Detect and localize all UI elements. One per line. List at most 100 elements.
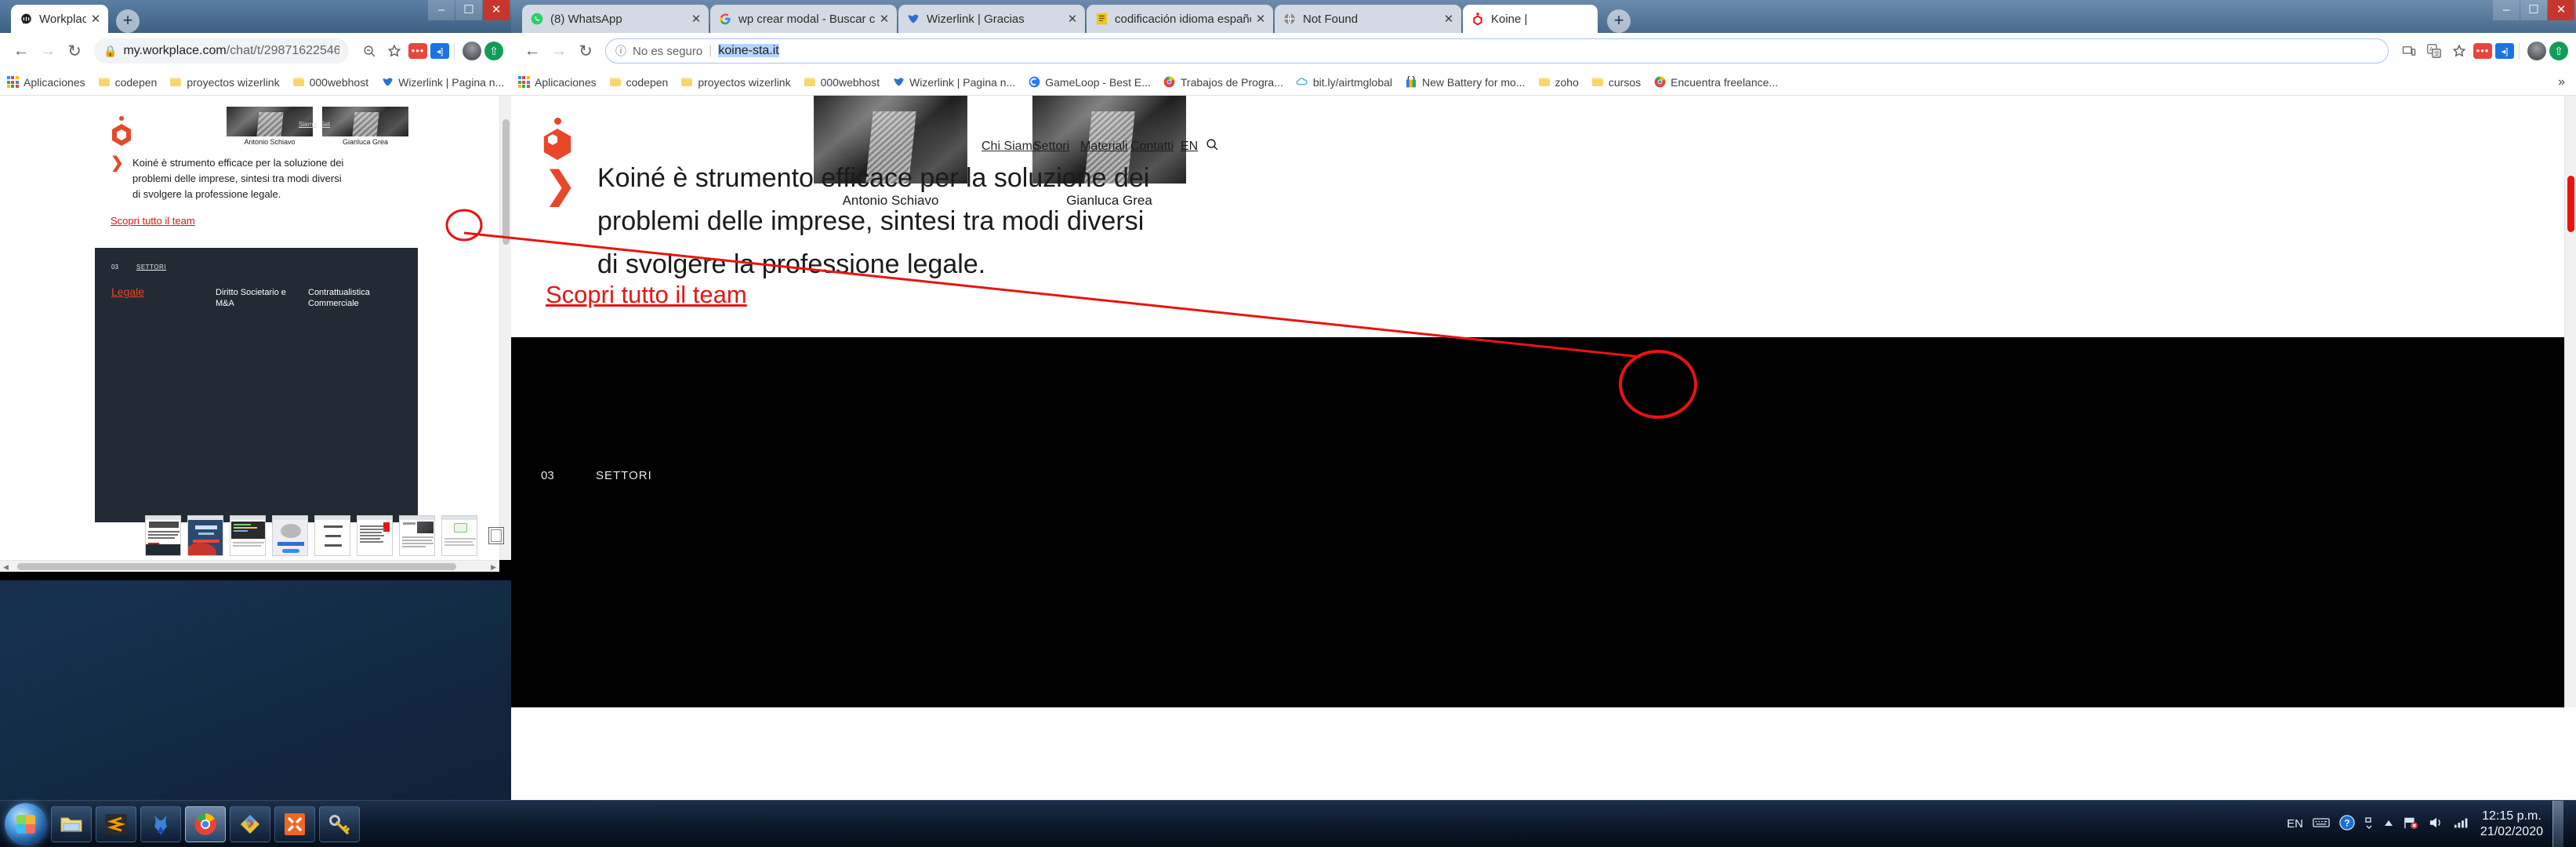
show-desktop-button[interactable] xyxy=(2552,800,2563,847)
page-scrollbar-horizontal-left[interactable]: ◀ ▶ xyxy=(0,560,499,572)
koine-logo[interactable] xyxy=(108,116,135,147)
tab-close-button[interactable]: ✕ xyxy=(1442,12,1455,26)
address-bar-right[interactable]: ⓘ No es seguro | koine-sta.it xyxy=(605,38,2389,64)
maximize-button[interactable]: ☐ xyxy=(2520,0,2547,20)
bookmarks-overflow-button[interactable]: » xyxy=(2558,75,2570,89)
info-circle-icon[interactable]: ⓘ xyxy=(615,43,626,59)
bookmark-wizerlink[interactable]: Wizerlink | Pagina n... xyxy=(892,76,1015,89)
upload-icon[interactable]: ⇧ xyxy=(2549,42,2568,60)
bookmark-encuentra-freelance[interactable]: Encuentra freelance... xyxy=(1653,76,1778,89)
search-icon[interactable] xyxy=(1206,138,1219,155)
thumb-criptos[interactable] xyxy=(272,515,308,556)
bookmark-zoho[interactable]: zoho xyxy=(1538,76,1579,89)
scroll-right-arrow[interactable]: ▶ xyxy=(491,563,496,572)
forward-button[interactable]: → xyxy=(546,38,572,64)
chrome-window-left[interactable]: Workplace Chat ✕ + – ☐ ✕ ← → ↻ 🔒 my.work… xyxy=(0,0,511,580)
tab-koine[interactable]: Koine | xyxy=(1463,5,1598,33)
thumb-chi-siamo[interactable] xyxy=(314,515,350,556)
bookmark-codepen[interactable]: codepen xyxy=(98,76,157,89)
nav-link-contatti[interactable]: Contatti xyxy=(1130,140,1174,154)
bookmark-proyectos-wizerlink[interactable]: proyectos wizerlink xyxy=(680,76,791,89)
bookmark-gameloop[interactable]: GameLoop - Best E... xyxy=(1028,76,1151,89)
start-button[interactable] xyxy=(5,802,47,845)
back-button[interactable]: ← xyxy=(519,38,546,64)
taskbar-google-chrome[interactable] xyxy=(185,805,226,842)
bookmark-aplicaciones[interactable]: Aplicaciones xyxy=(517,76,597,89)
reload-button[interactable]: ↻ xyxy=(61,38,88,64)
nav-link-settori-partial[interactable]: Set xyxy=(321,121,330,128)
screen-capture-icon[interactable] xyxy=(488,527,504,544)
new-tab-button[interactable]: + xyxy=(116,9,140,33)
tab-wp-crear-modal[interactable]: wp crear modal - Buscar con G ✕ xyxy=(710,5,897,33)
taskbar-paint-net[interactable] xyxy=(230,805,270,842)
tab-close-button[interactable]: ✕ xyxy=(690,12,702,26)
new-tab-button[interactable]: + xyxy=(1607,9,1631,33)
chrome-window-right[interactable]: (8) WhatsApp ✕ wp crear modal - Buscar c… xyxy=(511,0,2576,800)
profile-avatar[interactable] xyxy=(463,42,481,60)
minimize-button[interactable]: – xyxy=(2493,0,2520,20)
bookmark-000webhost[interactable]: 000webhost xyxy=(292,76,368,89)
bookmark-cursos[interactable]: cursos xyxy=(1591,76,1641,89)
tag-extension-icon[interactable]: ◂] xyxy=(430,43,449,59)
volume-icon[interactable] xyxy=(2429,816,2444,833)
forward-button[interactable]: → xyxy=(34,38,61,64)
tab-codificacion-idioma[interactable]: codificación idioma español-i ✕ xyxy=(1087,5,1273,33)
koine-logo[interactable] xyxy=(539,118,576,162)
scroll-left-arrow[interactable]: ◀ xyxy=(3,563,9,572)
thumb-koine-team[interactable] xyxy=(145,515,181,556)
zoom-out-icon[interactable] xyxy=(358,40,380,62)
nav-link-siamo-partial[interactable]: Siamo xyxy=(299,121,317,128)
tray-expand-icon[interactable] xyxy=(2364,816,2374,832)
profile-avatar[interactable] xyxy=(2527,42,2546,60)
bookmark-airtmglobal[interactable]: bit.ly/airtmglobal xyxy=(1296,76,1392,89)
cast-icon[interactable] xyxy=(2398,40,2420,62)
bookmark-trabajos-programacion[interactable]: Trabajos de Progra... xyxy=(1163,76,1283,89)
tab-workplace-chat[interactable]: Workplace Chat ✕ xyxy=(11,5,108,33)
taskbar-windows-explorer[interactable] xyxy=(51,805,92,842)
help-icon[interactable]: ? xyxy=(2339,814,2355,834)
taskbar-filezilla[interactable] xyxy=(140,805,181,842)
scrollbar-thumb[interactable] xyxy=(503,119,510,245)
lastpass-extension-icon[interactable]: ••• xyxy=(2473,43,2492,59)
tab-close-button[interactable]: ✕ xyxy=(1254,12,1267,26)
tag-extension-icon[interactable]: ◂] xyxy=(2495,43,2514,59)
bookmark-new-battery[interactable]: New Battery for mo... xyxy=(1405,76,1526,89)
bookmark-000webhost[interactable]: 000webhost xyxy=(804,76,880,89)
capture-filmstrip[interactable] xyxy=(139,511,510,560)
scrollbar-thumb[interactable] xyxy=(2567,176,2574,232)
upload-icon[interactable]: ⇧ xyxy=(484,42,503,60)
thumb-article[interactable] xyxy=(399,515,435,556)
cta-discover-team-right[interactable]: Scopri tutto il team xyxy=(546,281,747,309)
network-icon[interactable] xyxy=(2404,816,2419,833)
tab-not-found[interactable]: Not Found ✕ xyxy=(1275,5,1461,33)
tab-close-button[interactable]: ✕ xyxy=(89,12,102,26)
maximize-button[interactable]: ☐ xyxy=(455,0,482,20)
tab-wizerlink-gracias[interactable]: Wizerlink | Gracias ✕ xyxy=(898,5,1085,33)
nav-link-en[interactable]: EN xyxy=(1181,140,1198,154)
taskbar-sublime-text[interactable] xyxy=(96,805,136,842)
sector-category-legale[interactable]: Legale xyxy=(111,285,144,298)
thumb-code-editor[interactable] xyxy=(230,515,266,556)
signal-strength-icon[interactable] xyxy=(2454,816,2471,832)
thumb-error-404[interactable] xyxy=(187,515,223,556)
page-scrollbar-vertical-left[interactable] xyxy=(499,96,511,560)
tab-whatsapp[interactable]: (8) WhatsApp ✕ xyxy=(522,5,709,33)
window-controls-right[interactable]: – ☐ ✕ xyxy=(2492,0,2574,22)
nav-link-chi-siamo[interactable]: Chi Siamo xyxy=(981,140,1039,154)
tab-close-button[interactable]: ✕ xyxy=(1066,12,1079,26)
section-label[interactable]: SETTORI xyxy=(136,264,166,271)
star-icon[interactable] xyxy=(383,40,405,62)
bookmark-proyectos-wizerlink[interactable]: proyectos wizerlink xyxy=(169,76,280,89)
cta-discover-team-left[interactable]: Scopri tutto il team xyxy=(111,215,195,227)
minimize-button[interactable]: – xyxy=(428,0,455,20)
thumb-mail[interactable] xyxy=(441,515,477,556)
clock[interactable]: 12:15 p.m. 21/02/2020 xyxy=(2480,809,2543,840)
taskbar-xampp[interactable] xyxy=(274,805,315,842)
close-button[interactable]: ✕ xyxy=(483,0,510,20)
lastpass-extension-icon[interactable]: ••• xyxy=(408,43,427,59)
translate-icon[interactable]: A 文 xyxy=(2423,40,2445,62)
nav-link-materiali[interactable]: Materiali xyxy=(1080,140,1127,154)
nav-link-settori[interactable]: Settori xyxy=(1033,140,1069,154)
tray-language[interactable]: EN xyxy=(2287,817,2303,831)
tab-close-button[interactable]: ✕ xyxy=(878,12,891,26)
